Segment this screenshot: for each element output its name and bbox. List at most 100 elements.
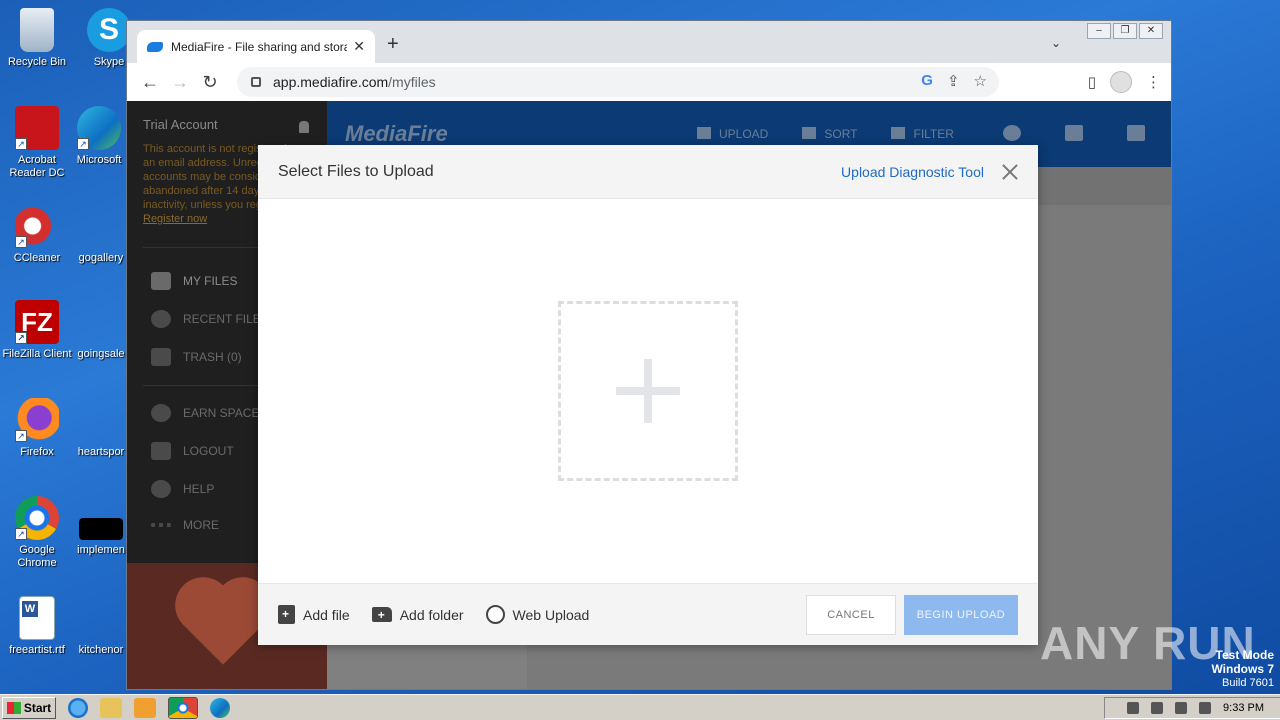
modal-header: Select Files to Upload Upload Diagnostic…: [258, 145, 1038, 199]
shortcut-arrow-icon: ↗: [77, 138, 89, 150]
help-icon: [151, 480, 171, 498]
tab-close-icon[interactable]: ✕: [353, 38, 365, 55]
mediafire-logo[interactable]: MediaFire: [345, 121, 448, 147]
url-host: app.mediafire.com: [273, 74, 389, 90]
google-icon[interactable]: G: [921, 72, 933, 90]
new-tab-icon[interactable]: +: [387, 33, 399, 56]
new-folder-icon[interactable]: [1065, 125, 1083, 141]
internet-explorer-icon[interactable]: [68, 697, 88, 718]
filter-icon: [891, 127, 906, 139]
upload-nav-button[interactable]: UPLOAD: [697, 127, 768, 141]
upload-diagnostic-link[interactable]: Upload Diagnostic Tool: [841, 164, 984, 180]
shortcut-arrow-icon: ↗: [15, 138, 27, 150]
profile-avatar-icon[interactable]: [1110, 71, 1132, 93]
start-button[interactable]: Start: [2, 696, 56, 719]
sidebar-item-more[interactable]: MORE: [151, 518, 219, 532]
sidebar-item-logout[interactable]: LOGOUT: [151, 442, 234, 460]
tab-search-chevron-icon[interactable]: ⌄: [1051, 36, 1061, 50]
add-file-label: Add file: [303, 606, 350, 623]
tray-expand-icon[interactable]: [1127, 702, 1140, 714]
start-label: Start: [23, 700, 52, 715]
shortcut-arrow-icon: ↗: [15, 430, 27, 442]
side-panel-icon[interactable]: ▯: [1088, 73, 1096, 91]
file-icon: [79, 300, 123, 344]
more-dots-icon: [151, 523, 171, 527]
sidebar-item-help[interactable]: HELP: [151, 480, 214, 498]
minimize-button[interactable]: –: [1087, 23, 1111, 39]
desktop-icon-label: gogallery: [78, 252, 124, 264]
sidebar-item-trash[interactable]: TRASH (0): [151, 348, 242, 366]
sidebar-item-recent-files[interactable]: RECENT FILES: [151, 310, 269, 328]
test-mode-line: Test Mode: [1215, 648, 1274, 662]
file-icon: [79, 518, 123, 540]
sort-icon: [802, 127, 817, 139]
register-link[interactable]: Register now: [143, 213, 207, 225]
plus-circle-icon: [151, 404, 171, 422]
chrome-icon: ↗: [15, 496, 59, 540]
word-document-icon: W: [19, 596, 55, 640]
maximize-button[interactable]: ❐: [1113, 23, 1137, 39]
sidebar-item-label: MORE: [183, 518, 219, 532]
browser-toolbar: ← → ↻ app.mediafire.com/myfiles G ⇪ ☆ ▯ …: [127, 63, 1171, 101]
forward-arrow-icon[interactable]: →: [165, 72, 195, 93]
close-icon[interactable]: [1002, 164, 1018, 180]
bell-icon[interactable]: [299, 121, 309, 133]
add-file-button[interactable]: + Add file: [278, 605, 350, 624]
edge-taskbar-icon[interactable]: [210, 697, 230, 718]
network-icon[interactable]: [1175, 702, 1188, 714]
upload-icon: [697, 127, 711, 139]
browser-tab[interactable]: MediaFire - File sharing and storage ✕: [137, 30, 375, 63]
filezilla-icon: FZ ↗: [15, 300, 59, 344]
clock[interactable]: 9:33 PM: [1223, 702, 1264, 714]
shortcut-arrow-icon: ↗: [15, 236, 27, 248]
reload-icon[interactable]: ↻: [195, 72, 225, 93]
desktop-icon-label: freeartist.rtf: [9, 644, 65, 656]
address-bar[interactable]: app.mediafire.com/myfiles G ⇪ ☆: [237, 67, 999, 97]
desktop-icon-chrome[interactable]: ↗ Google Chrome: [0, 496, 74, 570]
file-icon: [79, 596, 123, 640]
sidebar-item-earn-space[interactable]: EARN SPACE: [151, 404, 259, 422]
desktop-icon-label: goingsale: [77, 348, 125, 360]
desktop-icon-ccleaner[interactable]: ↗ CCleaner: [0, 204, 74, 265]
file-explorer-icon[interactable]: [100, 697, 122, 718]
bookmark-star-icon[interactable]: ☆: [974, 72, 987, 90]
filter-nav-button[interactable]: FILTER: [891, 127, 954, 141]
add-folder-icon: +: [371, 607, 392, 622]
media-player-icon[interactable]: [134, 697, 156, 718]
desktop-icon-recycle-bin[interactable]: Recycle Bin: [0, 8, 74, 69]
chrome-taskbar-button[interactable]: [168, 696, 198, 719]
test-mode-overlay: Test Mode Windows 7 Build 7601: [1211, 648, 1274, 690]
search-icon[interactable]: [1003, 125, 1021, 141]
file-drop-zone[interactable]: [558, 301, 738, 481]
desktop-icon-label: Recycle Bin: [7, 56, 67, 68]
desktop-icon-firefox[interactable]: ↗ Firefox: [0, 398, 74, 459]
action-center-flag-icon[interactable]: [1199, 702, 1212, 714]
grid-view-icon[interactable]: [1127, 125, 1145, 141]
web-upload-button[interactable]: Web Upload: [485, 605, 589, 624]
heart-icon: [183, 585, 263, 665]
windows-flag-icon: [6, 701, 21, 714]
add-folder-button[interactable]: + Add folder: [371, 606, 464, 623]
windows-version-line: Windows 7: [1211, 662, 1274, 676]
desktop-icon-label: Microsoft: [76, 154, 122, 166]
window-controls: – ❐ ✕: [1087, 23, 1163, 39]
upload-label: UPLOAD: [719, 127, 769, 141]
sidebar-item-my-files[interactable]: MY FILES: [151, 272, 237, 290]
menu-kebab-icon[interactable]: ⋮: [1146, 73, 1161, 91]
desktop-icon-filezilla[interactable]: FZ ↗ FileZilla Client: [0, 300, 74, 361]
build-line: Build 7601: [1222, 677, 1274, 689]
close-window-button[interactable]: ✕: [1139, 23, 1163, 39]
shortcut-arrow-icon: ↗: [15, 332, 27, 344]
desktop-icon-edge[interactable]: ↗ Microsoft: [62, 106, 136, 167]
sort-nav-button[interactable]: SORT: [802, 127, 857, 141]
account-title: Trial Account: [143, 117, 218, 132]
volume-icon[interactable]: [1151, 702, 1164, 714]
begin-upload-button[interactable]: BEGIN UPLOAD: [904, 594, 1018, 635]
desktop-icon-label: heartspor: [77, 446, 125, 458]
desktop-icon-freeartist[interactable]: W freeartist.rtf: [0, 596, 74, 657]
cancel-button[interactable]: CANCEL: [806, 594, 896, 635]
desktop-icon-label: Skype: [93, 56, 125, 68]
share-icon[interactable]: ⇪: [947, 72, 960, 90]
add-folder-label: Add folder: [399, 606, 464, 623]
back-arrow-icon[interactable]: ←: [135, 72, 165, 93]
